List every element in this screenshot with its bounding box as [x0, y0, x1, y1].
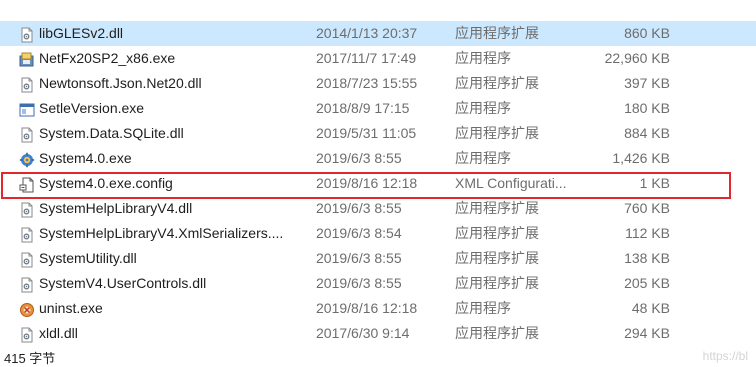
file-type: 应用程序扩展 [455, 25, 539, 41]
file-date: 2019/6/3 8:55 [316, 275, 402, 291]
file-type: 应用程序扩展 [455, 225, 539, 241]
file-name: SystemHelpLibraryV4.XmlSerializers.... [39, 225, 284, 241]
file-date: 2019/6/3 8:54 [316, 225, 402, 241]
installer-exe-icon [19, 51, 35, 67]
file-type: 应用程序 [455, 50, 511, 66]
file-type: 应用程序扩展 [455, 325, 539, 341]
file-name: libGLESv2.dll [39, 25, 124, 41]
file-name: Newtonsoft.Json.Net20.dll [39, 75, 202, 91]
file-size: 760 KB [624, 200, 670, 216]
file-type: 应用程序扩展 [455, 250, 539, 266]
file-name: xldl.dll [39, 325, 78, 341]
file-type: 应用程序 [455, 300, 511, 316]
file-row[interactable]: SetleVersion.exe 2018/8/9 17:15 应用程序 180… [0, 96, 756, 121]
dll-file-icon [19, 326, 35, 343]
file-row[interactable]: System4.0.exe 2019/6/3 8:55 应用程序 1,426 K… [0, 146, 756, 171]
config-file-icon [19, 176, 35, 193]
file-size: 397 KB [624, 75, 670, 91]
file-type: 应用程序扩展 [455, 125, 539, 141]
status-bar-selection-size: 415 字节 [4, 351, 56, 366]
dll-file-icon [19, 126, 35, 143]
file-type: 应用程序扩展 [455, 200, 539, 216]
file-size: 1 KB [639, 175, 670, 191]
file-row[interactable]: SystemHelpLibraryV4.dll 2019/6/3 8:55 应用… [0, 196, 756, 221]
file-row[interactable]: SystemHelpLibraryV4.XmlSerializers.... 2… [0, 221, 756, 246]
file-type: 应用程序扩展 [455, 275, 539, 291]
file-row[interactable]: Newtonsoft.Json.Net20.dll 2018/7/23 15:5… [0, 71, 756, 96]
file-date: 2018/7/23 15:55 [316, 75, 418, 91]
file-type: 应用程序扩展 [455, 75, 539, 91]
file-row[interactable]: System.Data.SQLite.dll 2019/5/31 11:05 应… [0, 121, 756, 146]
file-date: 2018/8/9 17:15 [316, 100, 410, 116]
file-size: 860 KB [624, 25, 670, 41]
watermark-text: https://bl [702, 349, 748, 363]
dll-file-icon [19, 201, 35, 218]
file-date: 2019/6/3 8:55 [316, 150, 402, 166]
gear-globe-exe-icon [19, 151, 35, 168]
file-size: 205 KB [624, 275, 670, 291]
file-date: 2017/6/30 9:14 [316, 325, 410, 341]
file-size: 294 KB [624, 325, 670, 341]
window-exe-icon [19, 101, 35, 117]
file-size: 22,960 KB [604, 50, 670, 66]
dll-file-icon [19, 226, 35, 243]
file-row[interactable]: xldl.dll 2017/6/30 9:14 应用程序扩展 294 KB [0, 321, 756, 346]
file-name: SystemUtility.dll [39, 250, 137, 266]
list-top-edge [0, 0, 756, 4]
file-row[interactable]: libGLESv2.dll 2014/1/13 20:37 应用程序扩展 860… [0, 21, 756, 46]
dll-file-icon [19, 26, 35, 43]
dll-file-icon [19, 251, 35, 268]
file-row[interactable]: NetFx20SP2_x86.exe 2017/11/7 17:49 应用程序 … [0, 46, 756, 71]
file-row[interactable]: System4.0.exe.config 2019/8/16 12:18 XML… [0, 171, 756, 196]
file-name: System4.0.exe.config [39, 175, 173, 191]
file-name: uninst.exe [39, 300, 103, 316]
file-name: System4.0.exe [39, 150, 132, 166]
file-name: NetFx20SP2_x86.exe [39, 50, 176, 66]
file-size: 138 KB [624, 250, 670, 266]
file-size: 1,426 KB [612, 150, 670, 166]
file-date: 2019/6/3 8:55 [316, 200, 402, 216]
file-row[interactable]: uninst.exe 2019/8/16 12:18 应用程序 48 KB [0, 296, 756, 321]
file-size: 48 KB [631, 300, 670, 316]
file-list: libGLESv2.dll 2014/1/13 20:37 应用程序扩展 860… [0, 21, 756, 346]
file-date: 2014/1/13 20:37 [316, 25, 418, 41]
file-date: 2019/6/3 8:55 [316, 250, 402, 266]
dll-file-icon [19, 76, 35, 93]
file-date: 2017/11/7 17:49 [316, 50, 417, 66]
file-type: XML Configurati... [455, 175, 567, 191]
file-size: 180 KB [624, 100, 670, 116]
file-size: 112 KB [625, 225, 670, 241]
uninstaller-icon [19, 301, 35, 317]
file-row[interactable]: SystemUtility.dll 2019/6/3 8:55 应用程序扩展 1… [0, 246, 756, 271]
file-date: 2019/5/31 11:05 [316, 125, 417, 141]
file-type: 应用程序 [455, 100, 511, 116]
file-name: System.Data.SQLite.dll [39, 125, 184, 141]
file-type: 应用程序 [455, 150, 511, 166]
file-name: SetleVersion.exe [39, 100, 145, 116]
file-row[interactable]: SystemV4.UserControls.dll 2019/6/3 8:55 … [0, 271, 756, 296]
file-date: 2019/8/16 12:18 [316, 175, 418, 191]
dll-file-icon [19, 276, 35, 293]
file-name: SystemHelpLibraryV4.dll [39, 200, 193, 216]
file-date: 2019/8/16 12:18 [316, 300, 418, 316]
file-size: 884 KB [624, 125, 670, 141]
file-name: SystemV4.UserControls.dll [39, 275, 207, 291]
